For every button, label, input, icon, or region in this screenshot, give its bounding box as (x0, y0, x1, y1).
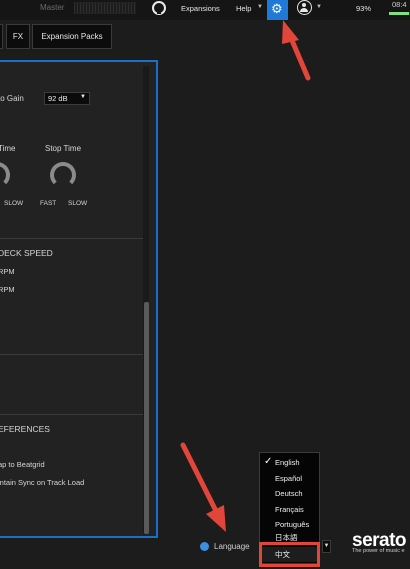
annotation-arrow-language (180, 442, 226, 532)
battery-percentage: 93% (356, 4, 372, 13)
serato-logo-icon[interactable] (152, 1, 166, 15)
profile-caret-icon[interactable]: ▼ (316, 4, 322, 10)
clock: 08:4 (392, 0, 407, 9)
top-bar: Master Expansions Help ▼ ⚙ ▼ 93% 08:4 (0, 0, 410, 20)
battery-bar (389, 12, 410, 15)
settings-button[interactable]: ⚙ (267, 0, 288, 20)
annotation-highlight-box (259, 542, 320, 567)
language-option-espanol[interactable]: Español (275, 474, 302, 483)
stop-fast-label: FAST (40, 200, 57, 207)
stop-slow-label: SLOW (68, 200, 88, 207)
language-label: Language (214, 542, 250, 551)
divider (0, 354, 146, 355)
help-menu[interactable]: Help (236, 4, 251, 13)
maintain-sync-option[interactable]: intain Sync on Track Load (0, 478, 84, 487)
expansions-menu[interactable]: Expansions (181, 4, 220, 13)
start-slow-label: SLOW (4, 200, 24, 207)
chevron-down-icon: ▼ (80, 94, 86, 100)
snap-to-beatgrid-option[interactable]: ap to Beatgrid (0, 460, 45, 469)
rpm-option-1[interactable]: RPM (0, 267, 15, 276)
settings-content: to Gain 92 dB ▼ Time Stop Time SLOW FAST… (0, 62, 146, 536)
battery-fill (389, 12, 409, 15)
language-option-portugues[interactable]: Português (275, 520, 309, 529)
language-option-deutsch[interactable]: Deutsch (275, 489, 303, 498)
tab-expansion-packs[interactable]: Expansion Packs (32, 24, 112, 49)
deck-speed-heading: DECK SPEED (0, 248, 53, 258)
preferences-heading: EFERENCES (0, 424, 50, 434)
rpm-option-2[interactable]: RPM (0, 285, 15, 294)
auto-gain-label: to Gain (0, 94, 24, 103)
gear-icon: ⚙ (271, 1, 283, 16)
checkmark-icon: ✓ (264, 456, 273, 467)
auto-gain-select[interactable]: 92 dB ▼ (44, 92, 90, 105)
language-select-chevron-icon[interactable]: ▼ (322, 540, 331, 553)
help-caret-icon[interactable]: ▼ (257, 4, 263, 10)
serato-tagline: The power of music e (352, 548, 405, 554)
scrollbar-thumb[interactable] (144, 302, 149, 534)
settings-panel: to Gain 92 dB ▼ Time Stop Time SLOW FAST… (0, 60, 158, 538)
profile-icon[interactable] (297, 0, 312, 15)
annotation-arrow-settings (282, 20, 311, 81)
stop-time-label: Stop Time (45, 144, 82, 153)
divider (0, 238, 146, 239)
language-option-francais[interactable]: Français (275, 505, 304, 514)
master-label: Master (40, 3, 65, 12)
globe-icon (200, 542, 209, 551)
stop-time-knob[interactable] (50, 162, 76, 188)
tab-partial[interactable] (0, 24, 3, 49)
tab-fx[interactable]: FX (6, 24, 30, 49)
start-time-label: Time (0, 144, 16, 153)
language-option-english[interactable]: English (275, 458, 300, 467)
auto-gain-value: 92 dB (48, 94, 68, 103)
divider (0, 414, 146, 415)
master-level-meter (74, 2, 136, 14)
start-time-knob[interactable] (0, 162, 10, 188)
